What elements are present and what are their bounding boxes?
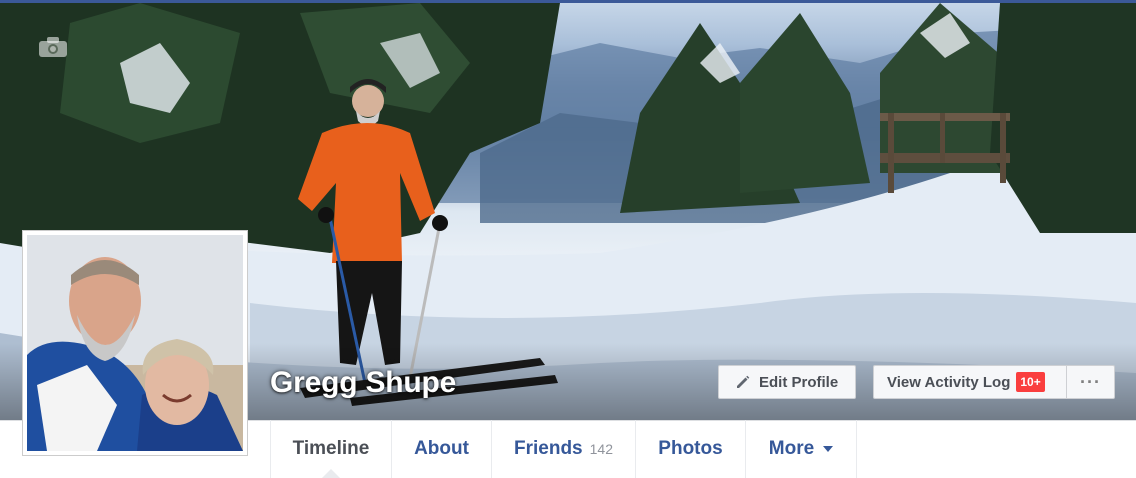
tab-friends-label: Friends [514,438,583,459]
tab-timeline-label: Timeline [292,438,370,459]
profile-picture[interactable] [22,230,248,456]
tab-friends[interactable]: Friends 142 [491,420,635,478]
more-options-button[interactable]: ··· [1066,365,1115,399]
view-activity-log-button[interactable]: View Activity Log 10+ [873,365,1067,399]
tab-more-label: More [768,438,815,459]
tab-more[interactable]: More [745,420,857,478]
edit-profile-label: Edit Profile [759,373,839,391]
view-activity-log-label: View Activity Log [887,373,1011,391]
profile-name[interactable]: Gregg Shupe [270,366,456,400]
caret-down-icon [823,446,834,452]
camera-icon[interactable] [38,36,68,58]
edit-profile-button[interactable]: Edit Profile [718,365,856,399]
tab-about-label: About [414,438,469,459]
profile-tabs: Timeline About Friends 142 Photos More [270,420,857,478]
profile-picture-image [27,235,243,451]
pencil-icon [737,375,750,388]
tab-about[interactable]: About [391,420,491,478]
activity-count-badge: 10+ [1016,372,1045,392]
friends-count: 142 [589,441,613,457]
tab-photos[interactable]: Photos [635,420,745,478]
active-tab-indicator [322,469,340,478]
tab-photos-label: Photos [658,438,723,459]
tab-timeline[interactable]: Timeline [270,420,391,478]
